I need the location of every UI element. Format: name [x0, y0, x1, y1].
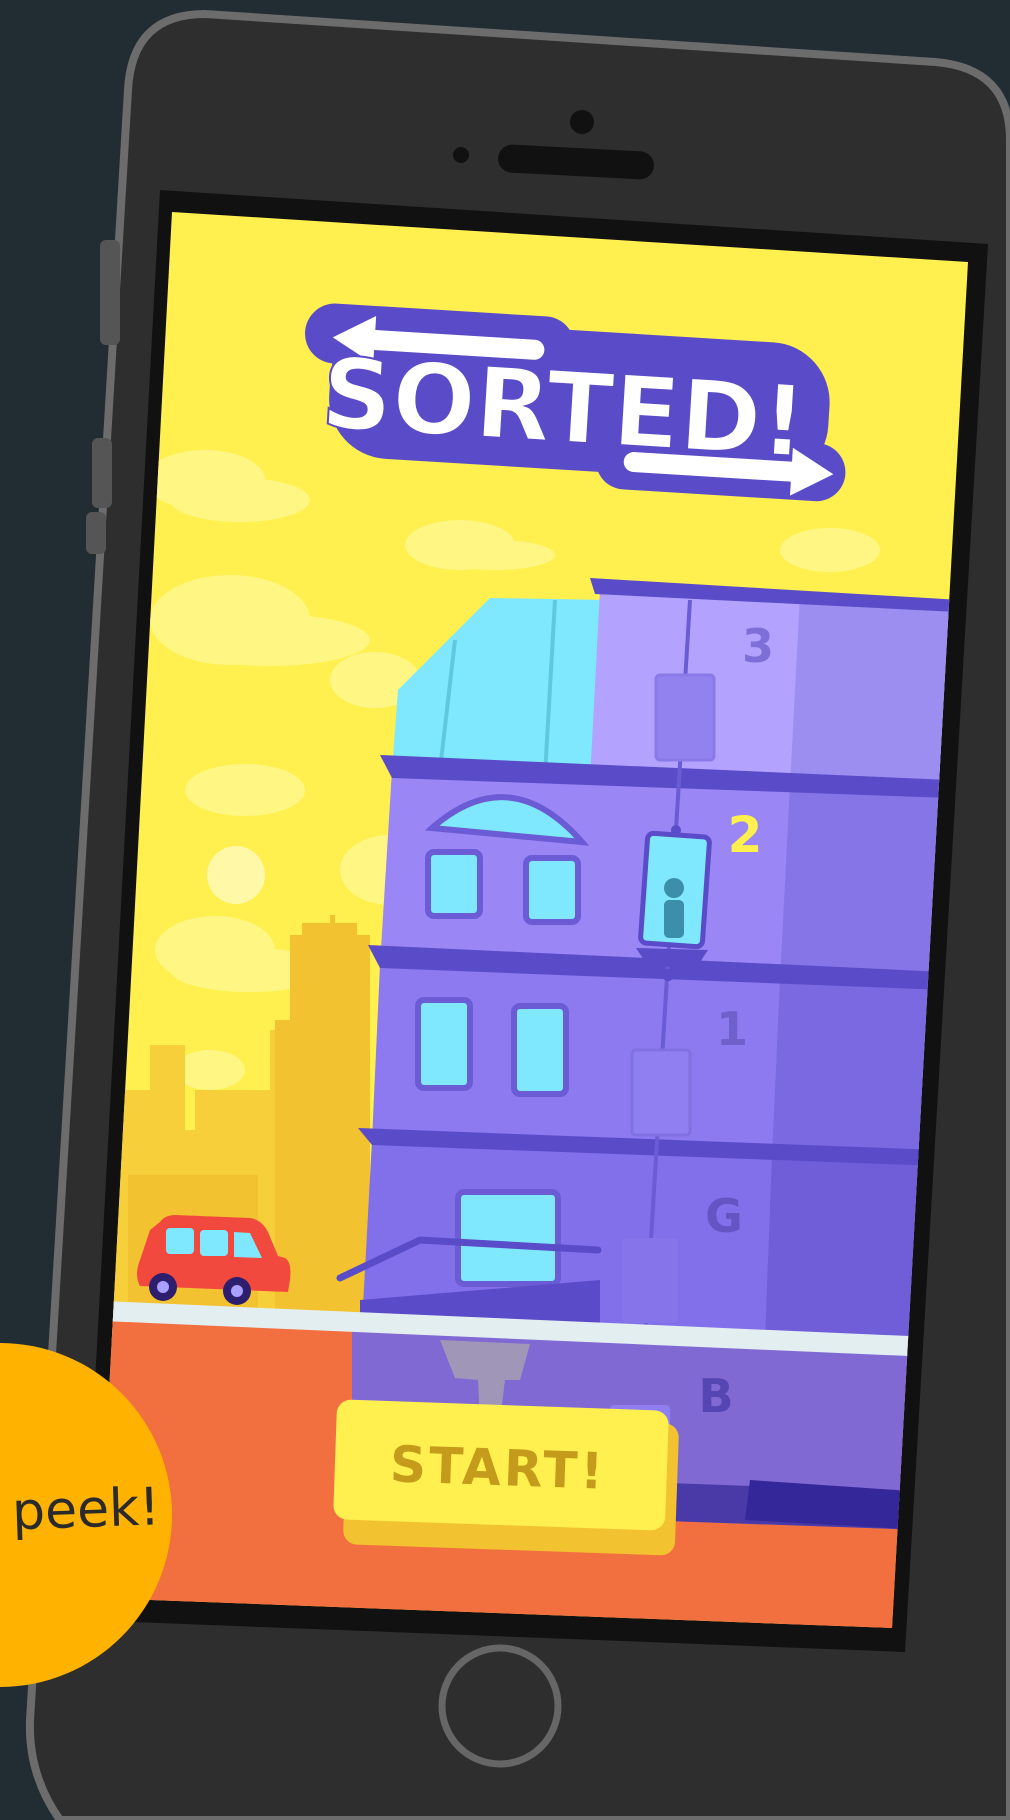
front-camera-icon [570, 110, 594, 134]
elevator-door [630, 1048, 692, 1137]
volume-up-button [92, 438, 112, 508]
game-screen: SORTED! 3 2 1 G B START! [98, 212, 968, 1628]
floor-label-g: G [705, 1189, 743, 1243]
sun-icon [207, 846, 265, 904]
elevator-cab[interactable] [636, 825, 712, 981]
window [523, 855, 581, 925]
window [415, 997, 473, 1091]
start-button[interactable]: START! [333, 1399, 679, 1556]
floor-label-1: 1 [716, 1002, 748, 1056]
elevator-door [654, 673, 716, 762]
floor-label-3: 3 [742, 619, 774, 673]
start-button-label[interactable]: START! [389, 1435, 607, 1501]
window [511, 1003, 569, 1097]
floor-label-b-overlay: B [698, 1369, 733, 1423]
passenger-icon [664, 878, 684, 898]
phone-scene: SORTED! 3 2 1 G B START! [0, 9, 1010, 1820]
mute-switch [100, 240, 120, 345]
sensor-icon [453, 147, 469, 163]
volume-down-button [86, 512, 106, 554]
window [425, 849, 483, 919]
peek-label[interactable]: peek! [11, 1477, 161, 1542]
entrance-door [455, 1189, 561, 1287]
floor-label-2-current: 2 [728, 806, 763, 864]
elevator-door [622, 1238, 678, 1323]
